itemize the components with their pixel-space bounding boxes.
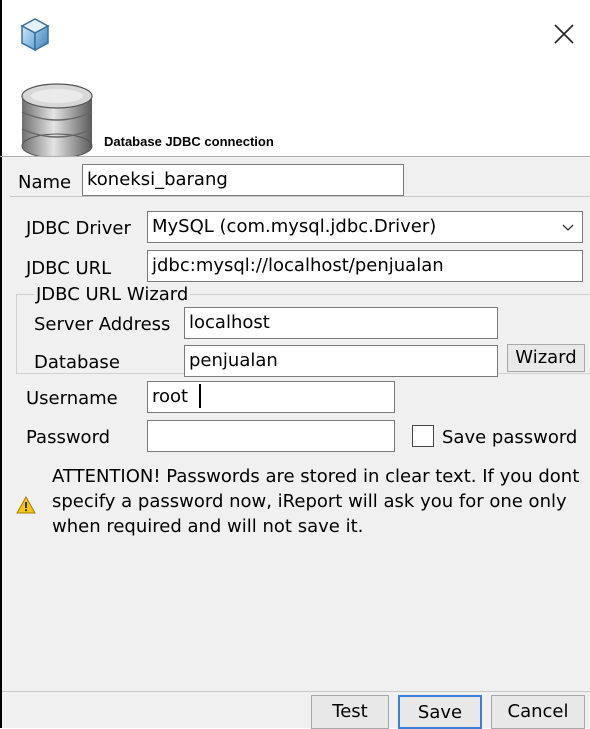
save-password-label: Save password [442,427,578,448]
separator [10,196,590,197]
cube-icon [20,18,50,52]
warning-icon [16,496,36,514]
server-address-field[interactable]: localhost [184,307,498,339]
header-divider [0,156,590,157]
name-label: Name [18,172,72,193]
password-label: Password [26,427,111,448]
jdbc-url-label: JDBC URL [26,258,112,279]
jdbc-driver-label: JDBC Driver [26,218,131,239]
text-caret [199,384,201,408]
chevron-down-icon [562,224,574,231]
save-password-checkbox[interactable] [412,425,434,447]
database-field[interactable]: penjualan [184,345,498,377]
database-icon [21,83,93,159]
jdbc-url-field[interactable]: jdbc:mysql://localhost/penjualan [147,250,583,282]
save-button[interactable]: Save [398,695,482,729]
close-icon[interactable] [548,18,580,50]
name-field[interactable]: koneksi_barang [82,164,404,196]
jdbc-driver-selected: MySQL (com.mysql.jdbc.Driver) [152,216,437,237]
jdbc-url-wizard-title: JDBC URL Wizard [34,284,191,306]
server-address-label: Server Address [34,314,171,335]
username-field[interactable]: root [147,381,395,413]
attention-message: ATTENTION! Passwords are stored in clear… [52,466,580,537]
wizard-button[interactable]: Wizard [507,344,585,372]
test-button[interactable]: Test [311,695,389,729]
database-label: Database [34,352,120,373]
cancel-button[interactable]: Cancel [491,695,585,729]
username-label: Username [26,388,118,409]
jdbc-driver-select[interactable]: MySQL (com.mysql.jdbc.Driver) [147,211,583,243]
dialog-header-title: Database JDBC connection [104,134,274,149]
password-field[interactable] [147,420,395,452]
